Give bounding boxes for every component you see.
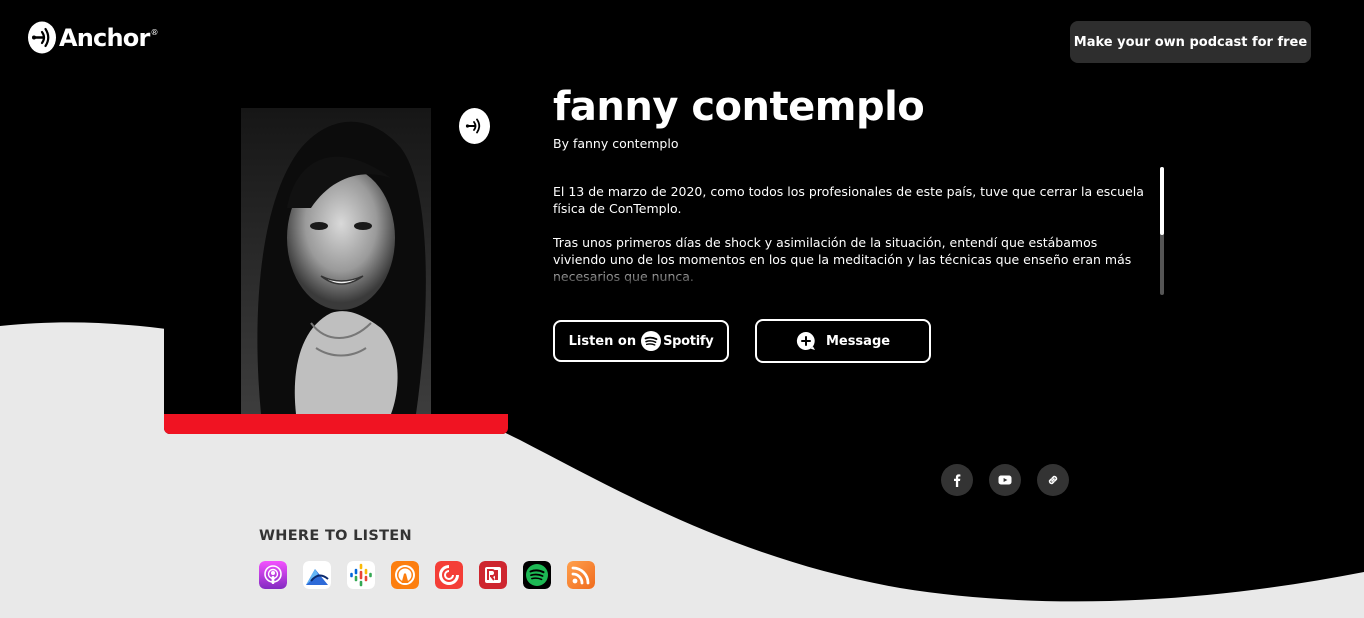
- podcast-byline: By fanny contemplo: [553, 136, 679, 151]
- platform-list: [259, 561, 611, 589]
- link-icon[interactable]: [1037, 464, 1069, 496]
- podcast-cover-art: [164, 108, 508, 434]
- radiopublic-icon[interactable]: [479, 561, 507, 589]
- message-label: Message: [825, 333, 891, 349]
- apple-podcasts-icon[interactable]: [259, 561, 287, 589]
- overcast-icon[interactable]: [391, 561, 419, 589]
- spotify-wordmark: Spotify: [641, 331, 714, 351]
- anchor-logo-icon: [28, 21, 56, 54]
- scrollbar-thumb[interactable]: [1160, 167, 1164, 235]
- spotify-platform-icon[interactable]: [523, 561, 551, 589]
- listen-on-label: Listen on: [568, 333, 637, 349]
- logo-wordmark: Anchor: [59, 23, 150, 52]
- anchor-logo[interactable]: Anchor ®: [28, 21, 159, 54]
- spotify-icon: [641, 331, 662, 351]
- rss-icon[interactable]: [567, 561, 595, 589]
- anchor-badge-icon: [459, 108, 490, 144]
- podcast-title: fanny contemplo: [553, 84, 925, 130]
- google-podcasts-icon[interactable]: [347, 561, 375, 589]
- listen-on-spotify-button[interactable]: Listen on Spotify: [553, 320, 729, 362]
- host-portrait-image: [241, 108, 431, 414]
- where-to-listen-heading: WHERE TO LISTEN: [259, 528, 412, 544]
- description-fade: [553, 265, 1148, 287]
- description-paragraph: El 13 de marzo de 2020, como todos los p…: [553, 184, 1144, 216]
- facebook-icon[interactable]: [941, 464, 973, 496]
- message-button[interactable]: Message: [755, 319, 931, 363]
- pocket-casts-icon[interactable]: [435, 561, 463, 589]
- logo-registered-mark: ®: [150, 28, 159, 37]
- spotify-label: Spotify: [663, 333, 714, 349]
- breaker-icon[interactable]: [303, 561, 331, 589]
- youtube-icon[interactable]: [989, 464, 1021, 496]
- cover-accent-bar: [164, 414, 508, 434]
- description-scrollbar[interactable]: [1160, 167, 1164, 295]
- make-podcast-button[interactable]: Make your own podcast for free: [1070, 21, 1311, 63]
- message-plus-icon: [796, 331, 815, 350]
